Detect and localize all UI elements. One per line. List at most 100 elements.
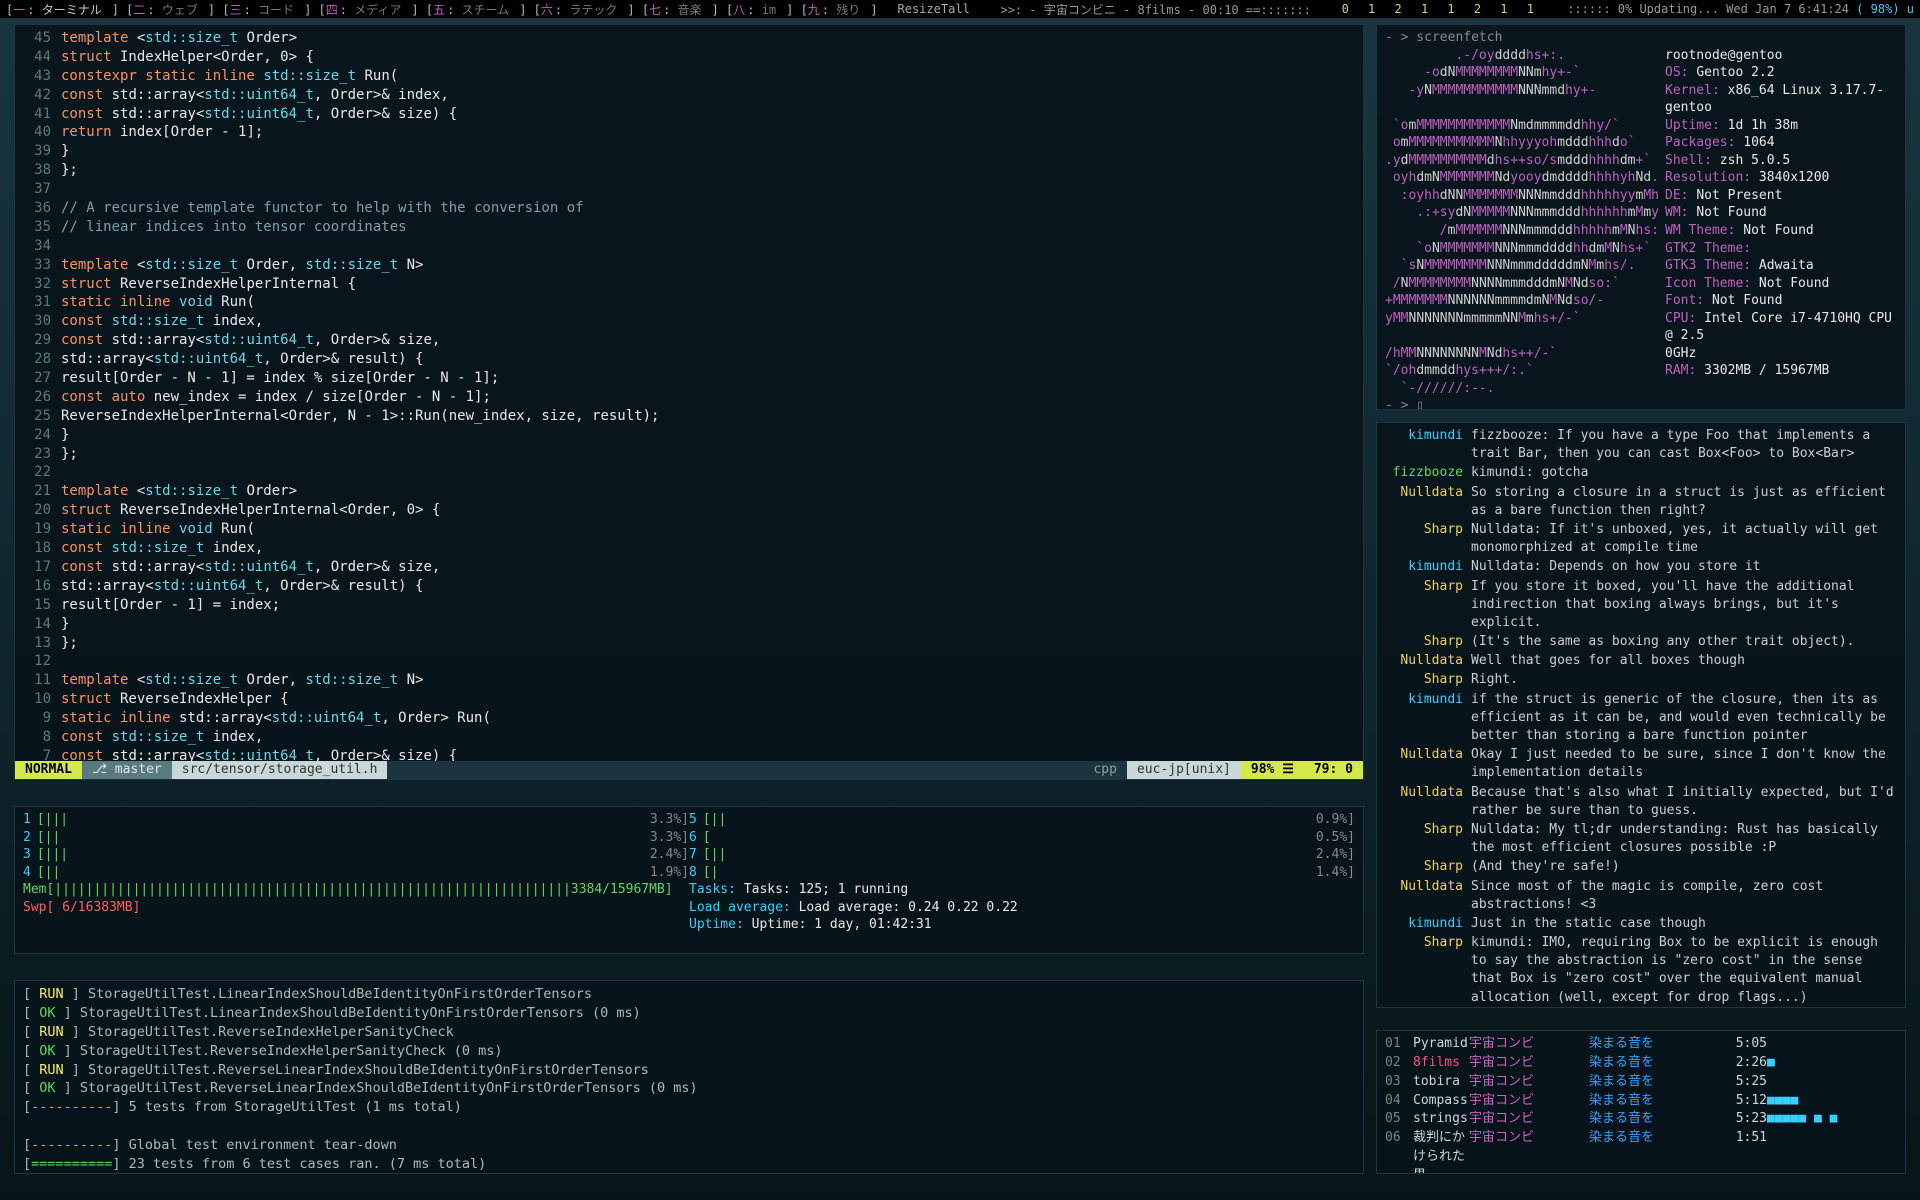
code-line[interactable]: 22 bbox=[23, 463, 1355, 482]
screenfetch-row: .-/oyddddhs+:. rootnode@gentoo bbox=[1385, 47, 1897, 65]
cpu-bar: 1[|||3.3%] bbox=[23, 811, 689, 829]
test-line: [----------] Global test environment tea… bbox=[23, 1136, 1355, 1155]
playlist-row[interactable]: 06裁判にかけられた男宇宙コンビ染まる音を1:51 bbox=[1385, 1129, 1897, 1174]
code-line[interactable]: 42 const std::array<std::uint64_t, Order… bbox=[23, 86, 1355, 105]
chat-message: NulldataWell that goes for all boxes tho… bbox=[1385, 652, 1897, 670]
code-line[interactable]: 33template <std::size_t Order, std::size… bbox=[23, 256, 1355, 275]
code-line[interactable]: 28 std::array<std::uint64_t, Order>& res… bbox=[23, 350, 1355, 369]
code-line[interactable]: 37 bbox=[23, 180, 1355, 199]
code-line[interactable]: 31 static inline void Run( bbox=[23, 293, 1355, 312]
shell-prompt[interactable]: - > ▯ bbox=[1385, 397, 1897, 410]
code-line[interactable]: 41 const std::array<std::uint64_t, Order… bbox=[23, 105, 1355, 124]
code-line[interactable]: 14 } bbox=[23, 615, 1355, 634]
htop-mem: Mem[||||||||||||||||||||||||||||||||||||… bbox=[23, 881, 689, 899]
code-line[interactable]: 34 bbox=[23, 237, 1355, 256]
playlist-row[interactable]: 05strings宇宙コンビ染まる音を5:23■■■■■ ■ ■ bbox=[1385, 1110, 1897, 1129]
code-line[interactable]: 40 return index[Order - 1]; bbox=[23, 123, 1355, 142]
htop-uptime-label: Uptime: bbox=[689, 917, 752, 932]
chat-message: Sharp(And they're safe!) bbox=[1385, 858, 1897, 876]
cpu-bar: 4[||1.9%] bbox=[23, 864, 689, 882]
workspace-8[interactable]: [八: im] bbox=[726, 3, 801, 17]
screenfetch-row: `-//////:--. bbox=[1385, 380, 1897, 398]
shell-prompt: - > screenfetch bbox=[1385, 29, 1897, 47]
screenfetch-pane[interactable]: - > screenfetch .-/oyddddhs+:. rootnode@… bbox=[1376, 24, 1906, 410]
code-line[interactable]: 44struct IndexHelper<Order, 0> { bbox=[23, 48, 1355, 67]
cpu-bar: 3[|||2.4%] bbox=[23, 846, 689, 864]
chat-message: SharpNulldata: If it's unboxed, yes, it … bbox=[1385, 521, 1897, 557]
clock-updating: :::::: 0% Updating... Wed Jan 7 6:41:24 bbox=[1567, 2, 1849, 16]
gtest-output-pane[interactable]: [ RUN ] StorageUtilTest.LinearIndexShoul… bbox=[14, 980, 1364, 1174]
workspace-7[interactable]: [七: 音楽] bbox=[642, 3, 726, 17]
vim-editor-pane[interactable]: 45template <std::size_t Order>44struct I… bbox=[14, 24, 1364, 780]
screenfetch-row: `/ohdmmddhys+++/:.`RAM: 3302MB / 15967MB bbox=[1385, 362, 1897, 380]
cpu-bar: 7[||2.4%] bbox=[689, 846, 1355, 864]
code-line[interactable]: 25 ReverseIndexHelperInternal<Order, N -… bbox=[23, 407, 1355, 426]
code-line[interactable]: 12 bbox=[23, 652, 1355, 671]
screenfetch-row: yMMNNNNNNNmmmmmNNMmhs+/-`CPU: Intel Core… bbox=[1385, 310, 1897, 345]
htop-pane[interactable]: 1[|||3.3%]2[||3.3%]3[|||2.4%]4[||1.9%] 5… bbox=[14, 806, 1364, 954]
code-line[interactable]: 18 const std::size_t index, bbox=[23, 539, 1355, 558]
code-line[interactable]: 10struct ReverseIndexHelper { bbox=[23, 690, 1355, 709]
test-line: [ OK ] StorageUtilTest.ReverseLinearInde… bbox=[23, 1079, 1355, 1098]
workspace-5[interactable]: [五: スチーム] bbox=[426, 3, 534, 17]
chat-message: NulldataOkay I just needed to be sure, s… bbox=[1385, 746, 1897, 782]
code-line[interactable]: 45template <std::size_t Order> bbox=[23, 29, 1355, 48]
chat-message: NulldataSince most of the magic is compi… bbox=[1385, 878, 1897, 914]
screenfetch-row: oyhdmNMMMMMMMNdyooydmddddhhhhyhNd.Resolu… bbox=[1385, 169, 1897, 187]
workspace-9[interactable]: [九: 残り] bbox=[801, 3, 878, 17]
code-line[interactable]: 17 const std::array<std::uint64_t, Order… bbox=[23, 558, 1355, 577]
code-line[interactable]: 13}; bbox=[23, 634, 1355, 653]
workspace-4[interactable]: [四: メディア] bbox=[319, 3, 426, 17]
code-line[interactable]: 19 static inline void Run( bbox=[23, 520, 1355, 539]
code-line[interactable]: 16 std::array<std::uint64_t, Order>& res… bbox=[23, 577, 1355, 596]
code-line[interactable]: 11template <std::size_t Order, std::size… bbox=[23, 671, 1355, 690]
code-line[interactable]: 30 const std::size_t index, bbox=[23, 312, 1355, 331]
cpu-bar: 5[||0.9%] bbox=[689, 811, 1355, 829]
screenfetch-row: `omMMMMMMMMMMMMNmdmmmmddhhy/`Uptime: 1d … bbox=[1385, 117, 1897, 135]
playlist-row[interactable]: 028films宇宙コンビ染まる音を2:26■ bbox=[1385, 1054, 1897, 1073]
chat-message: kimundiJust in the static case though bbox=[1385, 915, 1897, 933]
screenfetch-row: `sNMMMMMMMMNNNmmmdddddmNMmhs/.GTK3 Theme… bbox=[1385, 257, 1897, 275]
screenfetch-row: .ydMMMMMMMMMMdhs++so/smdddhhhhdm+`Shell:… bbox=[1385, 152, 1897, 170]
screenfetch-row: .:+sydNMMMMMNNNmmmdddhhhhhhmMmyWM: Not F… bbox=[1385, 204, 1897, 222]
vim-linecol: 79: 0 bbox=[1304, 761, 1363, 779]
code-line[interactable]: 32struct ReverseIndexHelperInternal { bbox=[23, 275, 1355, 294]
irc-chat-pane[interactable]: kimundifizzbooze: If you have a type Foo… bbox=[1376, 422, 1906, 1008]
code-line[interactable]: 15 result[Order - 1] = index; bbox=[23, 596, 1355, 615]
playlist-row[interactable]: 03tobira宇宙コンビ染まる音を5:25 bbox=[1385, 1073, 1897, 1092]
chat-message: kimundifizzbooze: If you have a type Foo… bbox=[1385, 427, 1897, 463]
screenfetch-row: :oyhhdNNMMMMMMMNNNmmdddhhhhhyymMhDE: Not… bbox=[1385, 187, 1897, 205]
cpu-bar: 6[0.5%] bbox=[689, 829, 1355, 847]
code-line[interactable]: 38}; bbox=[23, 161, 1355, 180]
layout-indicator: ResizeTall bbox=[898, 2, 970, 16]
code-line[interactable]: 21template <std::size_t Order> bbox=[23, 482, 1355, 501]
workspace-1[interactable]: [一: ターミナル] bbox=[6, 3, 126, 17]
code-line[interactable]: 9 static inline std::array<std::uint64_t… bbox=[23, 709, 1355, 728]
htop-load-label: Load average: bbox=[689, 900, 799, 915]
code-line[interactable]: 20struct ReverseIndexHelperInternal<Orde… bbox=[23, 501, 1355, 520]
code-line[interactable]: 39 } bbox=[23, 142, 1355, 161]
workspace-2[interactable]: [二: ウェブ] bbox=[126, 3, 222, 17]
ncmpcpp-pane[interactable]: 01Pyramid宇宙コンビ染まる音を5:05028films宇宙コンビ染まる音… bbox=[1376, 1030, 1906, 1174]
playlist-row[interactable]: 01Pyramid宇宙コンビ染まる音を5:05 bbox=[1385, 1035, 1897, 1054]
code-line[interactable]: 43 constexpr static inline std::size_t R… bbox=[23, 67, 1355, 86]
code-line[interactable]: 8 const std::size_t index, bbox=[23, 728, 1355, 747]
code-line[interactable]: 24 } bbox=[23, 426, 1355, 445]
code-line[interactable]: 29 const std::array<std::uint64_t, Order… bbox=[23, 331, 1355, 350]
test-line: [ RUN ] StorageUtilTest.ReverseIndexHelp… bbox=[23, 1023, 1355, 1042]
screenfetch-row: omMMMMMMMMMMMNhhyyyohmdddhhhdo`Packages:… bbox=[1385, 134, 1897, 152]
playlist-row[interactable]: 04Compass宇宙コンビ染まる音を5:12■■■■ bbox=[1385, 1092, 1897, 1111]
vim-percent: 98% ☰ bbox=[1241, 761, 1304, 779]
code-line[interactable]: 27 result[Order - N - 1] = index % size[… bbox=[23, 369, 1355, 388]
chat-message: kimundiif the struct is generic of the c… bbox=[1385, 691, 1897, 746]
test-line: [ OK ] StorageUtilTest.LinearIndexShould… bbox=[23, 1004, 1355, 1023]
code-line[interactable]: 36// A recursive template functor to hel… bbox=[23, 199, 1355, 218]
workspace-6[interactable]: [六: ラテック] bbox=[534, 3, 642, 17]
code-line[interactable]: 23}; bbox=[23, 445, 1355, 464]
code-line[interactable]: 26 const auto new_index = index / size[O… bbox=[23, 388, 1355, 407]
screenfetch-row: -odNMMMMMMMMNNmhy+-`OS: Gentoo 2.2 bbox=[1385, 64, 1897, 82]
code-line[interactable]: 35// linear indices into tensor coordina… bbox=[23, 218, 1355, 237]
vim-mode: NORMAL bbox=[15, 761, 82, 779]
workspace-3[interactable]: [三: コード] bbox=[222, 3, 318, 17]
test-line: [ RUN ] StorageUtilTest.LinearIndexShoul… bbox=[23, 985, 1355, 1004]
